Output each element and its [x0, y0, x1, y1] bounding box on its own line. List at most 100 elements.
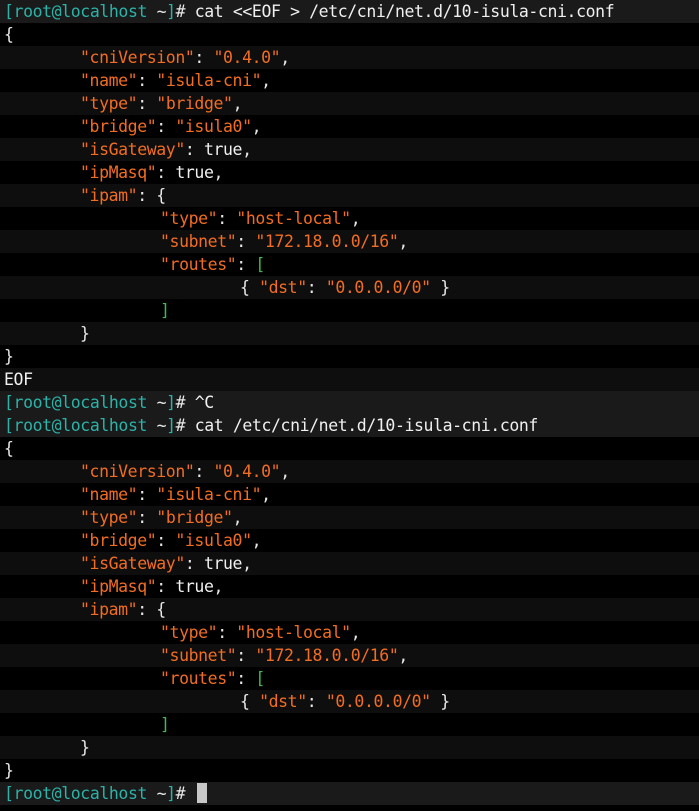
command-text: cat <<EOF > /etc/cni/net.d/10-isula-cni.… — [194, 2, 615, 21]
json-value: "bridge" — [156, 508, 233, 527]
json-line: "subnet": "172.18.0.0/16", — [0, 644, 699, 667]
json-line: } — [0, 322, 699, 345]
json-line: "type": "bridge", — [0, 506, 699, 529]
prompt-dir: ~ — [147, 416, 167, 435]
prompt-line: [root@localhost ~]# cat <<EOF > /etc/cni… — [0, 0, 699, 23]
json-line: "routes": [ — [160, 669, 265, 688]
prompt-user-host: root@localhost — [13, 2, 148, 21]
prompt-dir: ~ — [147, 784, 167, 803]
terminal-window[interactable]: [root@localhost ~]# cat <<EOF > /etc/cni… — [0, 0, 699, 811]
json-line: "isGateway": true, — [0, 138, 699, 161]
json-key: "type" — [80, 94, 138, 113]
prompt-user-host: root@localhost — [13, 393, 148, 412]
prompt-user-host: root@localhost — [13, 416, 148, 435]
prompt-close-bracket: ] — [166, 416, 176, 435]
prompt-close-bracket: ] — [166, 2, 176, 21]
json-line: "bridge": "isula0", — [80, 531, 262, 550]
json-line: { "dst": "0.0.0.0/0" } — [0, 690, 699, 713]
json-value: "isula0" — [175, 531, 252, 550]
json-line: ] — [160, 301, 170, 320]
prompt-symbol: # — [175, 393, 195, 412]
json-line: "type": "bridge", — [0, 92, 699, 115]
json-line: "ipMasq": true, — [80, 163, 224, 182]
prompt-dir: ~ — [147, 393, 167, 412]
json-key: "ipam" — [80, 600, 138, 619]
json-key: "dst" — [259, 278, 307, 297]
json-key: "bridge" — [80, 531, 157, 550]
prompt-close-bracket: ] — [166, 784, 176, 803]
json-value: true — [175, 577, 214, 596]
json-value: true — [203, 140, 243, 159]
prompt-symbol: # — [175, 784, 195, 803]
prompt-dir: ~ — [147, 2, 167, 21]
json-key: "cniVersion" — [80, 462, 195, 481]
prompt-open-bracket: [ — [4, 416, 14, 435]
json-line: "type": "host-local", — [160, 623, 361, 642]
json-line: "cniVersion": "0.4.0", — [0, 46, 699, 69]
json-value: "0.4.0" — [213, 462, 281, 481]
eof-line: EOF — [0, 368, 699, 391]
prompt-open-bracket: [ — [4, 393, 14, 412]
prompt-line: [root@localhost ~]# ^C — [0, 391, 699, 414]
json-value: "bridge" — [156, 94, 233, 113]
text-cursor[interactable] — [196, 783, 207, 803]
prompt-user-host: root@localhost — [13, 784, 148, 803]
json-key: "ipMasq" — [80, 577, 157, 596]
json-value: "0.0.0.0/0" — [325, 278, 431, 297]
json-value: "0.4.0" — [213, 48, 281, 67]
json-key: "cniVersion" — [80, 48, 195, 67]
prompt-line: [root@localhost ~]# cat /etc/cni/net.d/1… — [0, 414, 699, 437]
json-value: "172.18.0.0/16" — [255, 232, 399, 251]
json-line: "ipMasq": true, — [80, 577, 224, 596]
json-line: "ipam": { — [0, 184, 699, 207]
json-key: "type" — [160, 209, 218, 228]
json-key: "name" — [80, 71, 138, 90]
json-key: "ipMasq" — [80, 163, 157, 182]
json-key: "type" — [80, 508, 138, 527]
json-key: "bridge" — [80, 117, 157, 136]
json-line: "subnet": "172.18.0.0/16", — [0, 230, 699, 253]
json-value: "0.0.0.0/0" — [325, 692, 431, 711]
active-prompt-line[interactable]: [root@localhost ~]# — [0, 782, 699, 805]
json-key: "isGateway" — [80, 140, 185, 159]
json-value: "host-local" — [236, 209, 351, 228]
prompt-symbol: # — [175, 2, 195, 21]
json-line: } — [0, 736, 699, 759]
json-key: "name" — [80, 485, 138, 504]
json-line: "routes": [ — [160, 255, 265, 274]
command-text: ^C — [194, 393, 214, 412]
json-value: true — [203, 554, 243, 573]
json-line: ] — [160, 715, 170, 734]
prompt-open-bracket: [ — [4, 2, 14, 21]
json-key: "dst" — [259, 692, 307, 711]
command-text: cat /etc/cni/net.d/10-isula-cni.conf — [194, 416, 539, 435]
json-value: true — [175, 163, 214, 182]
json-line: "name": "isula-cni", — [80, 485, 271, 504]
json-line: "name": "isula-cni", — [80, 71, 271, 90]
json-line: } — [4, 347, 14, 366]
json-key: "routes" — [160, 255, 237, 274]
json-key: "subnet" — [160, 232, 237, 251]
json-key: "subnet" — [160, 646, 237, 665]
json-line: { "dst": "0.0.0.0/0" } — [0, 276, 699, 299]
json-key: "routes" — [160, 669, 237, 688]
json-value: "isula0" — [175, 117, 252, 136]
prompt-symbol: # — [175, 416, 195, 435]
eof-marker: EOF — [4, 370, 33, 389]
json-line: { — [4, 25, 14, 44]
json-line: "ipam": { — [0, 598, 699, 621]
prompt-close-bracket: ] — [166, 393, 176, 412]
json-key: "type" — [160, 623, 218, 642]
json-line: } — [4, 761, 14, 780]
prompt-open-bracket: [ — [4, 784, 14, 803]
json-value: "isula-cni" — [156, 71, 262, 90]
json-line: "isGateway": true, — [0, 552, 699, 575]
json-line: "cniVersion": "0.4.0", — [0, 460, 699, 483]
json-key: "isGateway" — [80, 554, 185, 573]
json-line: { — [4, 439, 14, 458]
json-key: "ipam" — [80, 186, 138, 205]
json-line: "bridge": "isula0", — [80, 117, 262, 136]
json-value: "host-local" — [236, 623, 351, 642]
json-line: "type": "host-local", — [160, 209, 361, 228]
json-value: "172.18.0.0/16" — [255, 646, 399, 665]
